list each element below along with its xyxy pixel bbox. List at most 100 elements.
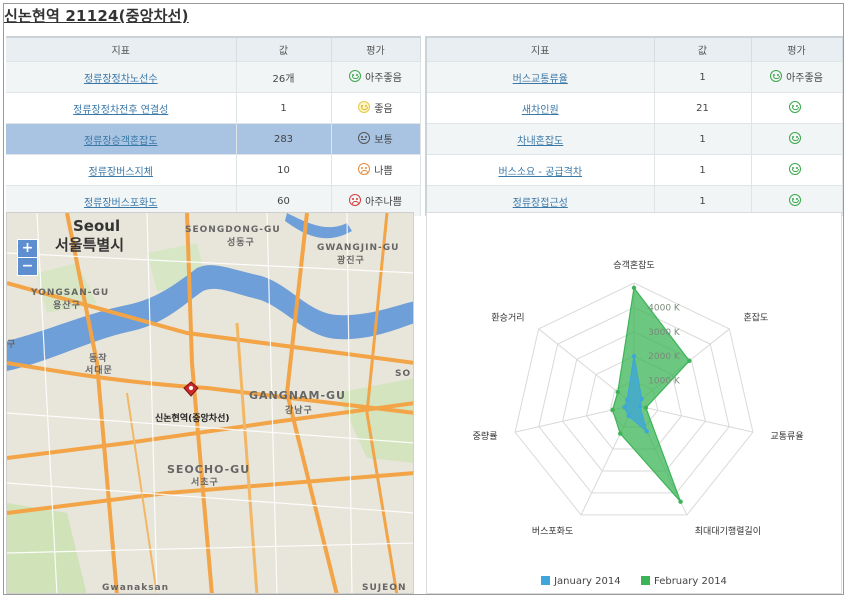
- indicator-value: 10: [236, 154, 332, 186]
- data-point: [615, 389, 620, 395]
- header-grade: 평가: [331, 36, 421, 62]
- radar-chart: 1000 K 2000 K 3000 K 4000 K 승객혼잡도혼잡도교통류율최대대기…: [473, 259, 804, 537]
- indicator-grade: 보통: [331, 123, 421, 155]
- table-row[interactable]: 정류장버스지체 10 나쁨: [6, 154, 421, 186]
- indicator-grade: 아주좋음: [331, 61, 421, 93]
- indicator-value: 283: [236, 123, 332, 155]
- table-row[interactable]: 새차인원 21: [426, 92, 843, 124]
- map-label-bottom-left: Gwanaksan: [102, 583, 170, 593]
- map-view[interactable]: + − Seoul 서울특별시 SEONGDONG-GU 성동구 GWANGJI…: [6, 212, 414, 594]
- grade-face-icon: [788, 162, 801, 175]
- radial-tick-label: 4000 K: [648, 303, 681, 313]
- table-row[interactable]: 버스소요 - 공급격차 1: [426, 154, 843, 186]
- grade-label: 좋음: [374, 103, 393, 115]
- data-point: [625, 397, 630, 402]
- category-label: 중량률: [473, 430, 498, 442]
- map-label-gangnam-ko: 강남구: [285, 406, 313, 416]
- indicator-link[interactable]: 정류장정차전후 연결성: [6, 92, 237, 124]
- category-label: 혼잡도: [743, 312, 768, 324]
- station-marker-icon[interactable]: [183, 381, 199, 397]
- indicator-link[interactable]: 차내혼잡도: [426, 123, 655, 155]
- data-point: [631, 285, 637, 291]
- grade-label: 아주좋음: [786, 72, 823, 84]
- indicator-grade: [751, 123, 843, 155]
- left-indicator-table: 지표 값 평가 정류장정차노선수 26개 아주좋음 정류장정차전후 연결성 1 …: [6, 36, 421, 216]
- indicator-grade: 나쁨: [331, 154, 421, 186]
- category-label: 최대대기행렬길이: [695, 525, 761, 537]
- map-label-yongsan-ko: 용산구: [53, 301, 81, 311]
- data-point: [637, 404, 643, 409]
- category-label: 환승거리: [491, 312, 524, 324]
- header-indicator: 지표: [6, 36, 237, 62]
- grade-face-icon: [349, 194, 362, 207]
- data-point: [678, 499, 683, 504]
- header-grade: 평가: [751, 36, 843, 62]
- map-label-so: SO: [395, 369, 412, 379]
- map-label-gangnam: GANGNAM-GU: [249, 389, 346, 402]
- grade-face-icon: [349, 70, 362, 83]
- legend-label: January 2014: [554, 576, 621, 587]
- radial-tick-label: 2000 K: [648, 352, 681, 362]
- indicator-link[interactable]: 새차인원: [426, 92, 655, 124]
- grade-face-icon: [358, 163, 371, 176]
- data-point: [622, 404, 627, 410]
- table-row[interactable]: 정류장승객혼잡도 283 보통: [6, 123, 421, 155]
- grade-label: 보통: [374, 134, 393, 146]
- indicator-grade: [751, 92, 843, 124]
- map-label-sujeon: SUJEON: [362, 583, 407, 593]
- map-label-seoul-ko: 서울특별시: [55, 236, 125, 254]
- data-point: [626, 413, 631, 419]
- zoom-out-button[interactable]: −: [17, 257, 38, 276]
- map-label-seocho-ko: 서초구: [191, 478, 219, 488]
- map-label-seongdong: SEONGDONG-GU: [185, 225, 281, 235]
- legend-swatch: [541, 576, 551, 585]
- data-point: [639, 396, 644, 402]
- station-marker-label: 신논현역(중앙차선): [155, 414, 230, 424]
- table-row[interactable]: 버스교통류율 1 아주좋음: [426, 61, 843, 93]
- table-row[interactable]: 정류장정차노선수 26개 아주좋음: [6, 61, 421, 93]
- map-label-gwangjin: GWANGJIN-GU: [317, 243, 400, 253]
- data-point: [687, 358, 692, 364]
- legend-item-february[interactable]: February 2014: [640, 576, 727, 587]
- grade-face-icon: [770, 70, 783, 83]
- indicator-link[interactable]: 정류장정차노선수: [6, 61, 237, 93]
- category-label: 승객혼잡도: [613, 259, 654, 271]
- indicator-grade: 아주좋음: [751, 61, 843, 93]
- indicator-grade: [751, 154, 843, 186]
- category-label: 버스포화도: [532, 526, 573, 537]
- zoom-in-button[interactable]: +: [17, 239, 38, 258]
- header-value: 값: [654, 36, 752, 62]
- data-point: [643, 405, 649, 410]
- legend-item-january[interactable]: January 2014: [541, 576, 621, 587]
- map-label-left-edge: 구: [7, 340, 17, 350]
- indicator-link[interactable]: 버스소요 - 공급격차: [426, 154, 655, 186]
- table-row[interactable]: 차내혼잡도 1: [426, 123, 843, 155]
- grade-face-icon: [788, 100, 801, 113]
- legend-label: February 2014: [653, 576, 727, 587]
- indicator-value: 1: [654, 154, 752, 186]
- indicator-link[interactable]: 정류장승객혼잡도: [6, 123, 237, 155]
- map-label-seoul: Seoul: [73, 217, 121, 235]
- grade-label: 아주나쁨: [365, 196, 402, 208]
- indicator-value: 26개: [236, 61, 332, 93]
- radial-tick-label: 3000 K: [648, 328, 681, 338]
- header-indicator: 지표: [426, 36, 655, 62]
- table-row[interactable]: 정류장정차전후 연결성 1 좋음: [6, 92, 421, 124]
- data-point: [644, 429, 649, 434]
- header-value: 값: [236, 36, 332, 62]
- indicator-link[interactable]: 정류장버스지체: [6, 154, 237, 186]
- series-area: [611, 286, 691, 503]
- data-point: [610, 407, 615, 413]
- legend-swatch: [640, 576, 650, 585]
- grade-face-icon: [358, 101, 371, 114]
- map-label-gwangjin-ko: 광진구: [337, 256, 365, 266]
- grade-face-icon: [788, 131, 801, 144]
- map-canvas[interactable]: [7, 213, 414, 594]
- page-title[interactable]: 신논현역 21124(중앙차선): [4, 5, 189, 26]
- indicator-link[interactable]: 버스교통류율: [426, 61, 655, 93]
- data-point: [631, 354, 637, 359]
- map-label-yongsan: YONGSAN-GU: [31, 288, 110, 298]
- category-label: 교통류율: [770, 431, 803, 442]
- indicator-value: 1: [654, 61, 752, 93]
- radial-tick-label: 1000 K: [648, 377, 681, 387]
